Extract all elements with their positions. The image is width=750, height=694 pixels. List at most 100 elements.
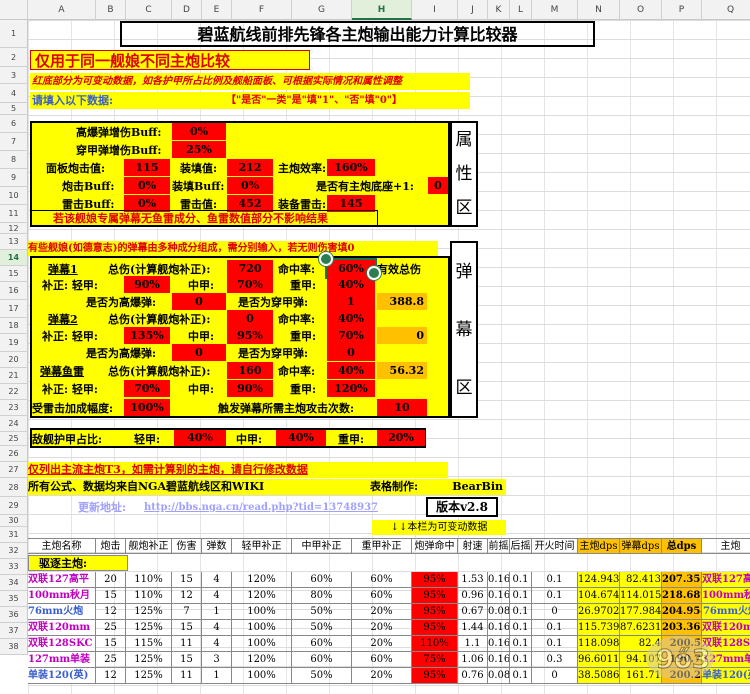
table-cell-fire[interactable]: 0.1 — [532, 588, 578, 604]
table-cell-bdps[interactable]: 177.984 — [620, 604, 662, 620]
table-cell-name[interactable]: 双联127高平 — [28, 572, 96, 588]
row-header-18[interactable]: 18 — [0, 318, 28, 334]
column-header-j[interactable]: J — [458, 0, 488, 20]
table-cell-dmg[interactable]: 15 — [172, 572, 202, 588]
barrage1-heavy-input[interactable]: 40% — [327, 276, 375, 293]
table-cell-rate[interactable]: 0.96 — [458, 588, 488, 604]
row-header-30[interactable]: 30 — [0, 515, 28, 527]
row-header-22[interactable]: 22 — [0, 384, 28, 400]
barrage2-hit-input[interactable]: 40% — [327, 310, 375, 327]
table-cell-light[interactable]: 100% — [232, 604, 292, 620]
reload-input[interactable]: 212 — [227, 159, 273, 176]
table-cell-light[interactable]: 120% — [232, 652, 292, 668]
barrage1-ap-input[interactable]: 1 — [327, 293, 375, 310]
table-cell-rate[interactable]: 1.1 — [458, 636, 488, 652]
selection-handle-end[interactable] — [367, 266, 381, 280]
table-cell-shots[interactable]: 1 — [202, 668, 232, 684]
column-header-i[interactable]: I — [412, 0, 458, 20]
table-cell-corr[interactable]: 125% — [126, 604, 172, 620]
barrage3-heavy-input[interactable]: 120% — [327, 380, 375, 397]
row-header-11[interactable]: 11 — [0, 205, 28, 223]
table-cell-gun[interactable]: 25 — [96, 620, 126, 636]
table-cell-mid[interactable]: 50% — [292, 620, 352, 636]
column-header-h[interactable]: H — [352, 0, 412, 20]
table-cell-corr[interactable]: 115% — [126, 636, 172, 652]
row-header-36[interactable]: 36 — [0, 607, 28, 623]
table-cell-mdps[interactable]: 96.6011 — [578, 652, 620, 668]
barrage2-mid-input[interactable]: 95% — [227, 327, 273, 344]
table-cell-dmg[interactable]: 12 — [172, 588, 202, 604]
row-header-5[interactable]: 5 — [0, 103, 28, 115]
column-header-g[interactable]: G — [292, 0, 352, 20]
barrage1-mid-input[interactable]: 70% — [227, 276, 273, 293]
table-cell-corr[interactable]: 125% — [126, 620, 172, 636]
table-cell-rate[interactable]: 1.53 — [458, 572, 488, 588]
row-header-7[interactable]: 7 — [0, 133, 28, 151]
column-header-a[interactable]: A — [28, 0, 96, 20]
table-cell-hit[interactable]: 95% — [412, 668, 458, 684]
barrage2-ap-input[interactable]: 0 — [327, 344, 375, 361]
table-cell-corr[interactable]: 110% — [126, 572, 172, 588]
gun-eff-input[interactable]: 160% — [327, 159, 375, 176]
row-header-10[interactable]: 10 — [0, 187, 28, 205]
table-cell-shots[interactable]: 4 — [202, 620, 232, 636]
barrage3-total-input[interactable]: 160 — [227, 362, 273, 379]
table-cell-name[interactable]: 100mm秋月 — [28, 588, 96, 604]
table-cell-rate[interactable]: 1.44 — [458, 620, 488, 636]
table-cell-heavy[interactable]: 20% — [352, 636, 412, 652]
table-cell-shots[interactable]: 4 — [202, 636, 232, 652]
table-cell-pre[interactable]: 0.16 — [488, 652, 510, 668]
row-header-17[interactable]: 17 — [0, 300, 28, 318]
table-cell-fire[interactable]: 0 — [532, 668, 578, 684]
selection-handle-start[interactable] — [319, 252, 333, 266]
table-cell-corr[interactable]: 125% — [126, 652, 172, 668]
barrage3-light-input[interactable]: 70% — [124, 380, 170, 397]
table-cell-mid[interactable]: 80% — [292, 588, 352, 604]
table-cell-pre[interactable]: 0.08 — [488, 668, 510, 684]
table-cell-mid[interactable]: 60% — [292, 572, 352, 588]
row-header-25[interactable]: 25 — [0, 432, 28, 446]
table-cell-heavy[interactable]: 60% — [352, 588, 412, 604]
table-cell-hit[interactable]: 75% — [412, 652, 458, 668]
he-buff-input[interactable]: 0% — [172, 123, 226, 140]
row-header-23[interactable]: 23 — [0, 400, 28, 416]
barrage2-he-input[interactable]: 0 — [172, 344, 226, 361]
corner-cell[interactable] — [0, 0, 28, 20]
column-header-e[interactable]: E — [202, 0, 232, 20]
armor-heavy-input[interactable]: 20% — [377, 430, 425, 446]
row-header-38[interactable]: 38 — [0, 639, 28, 655]
base-plus-input[interactable]: 0 — [428, 177, 448, 194]
table-cell-heavy[interactable]: 60% — [352, 652, 412, 668]
table-cell-mid[interactable]: 50% — [292, 668, 352, 684]
table-cell-heavy[interactable]: 20% — [352, 604, 412, 620]
table-cell-heavy[interactable]: 20% — [352, 620, 412, 636]
table-cell-dmg[interactable]: 11 — [172, 668, 202, 684]
barrage1-total-input[interactable]: 720 — [227, 260, 273, 277]
table-cell-dmg[interactable]: 11 — [172, 636, 202, 652]
row-header-14[interactable]: 14 — [0, 250, 28, 266]
table-cell-mdps[interactable]: 38.5086 — [578, 668, 620, 684]
table-cell-post[interactable]: 0.1 — [510, 572, 532, 588]
row-header-2[interactable]: 2 — [0, 48, 28, 67]
table-cell-shots[interactable]: 4 — [202, 572, 232, 588]
table-cell-gun[interactable]: 15 — [96, 588, 126, 604]
table-cell-shots[interactable]: 1 — [202, 604, 232, 620]
gun-buff-input[interactable]: 0% — [124, 177, 170, 194]
column-header-q[interactable]: Q — [702, 0, 750, 20]
table-cell-corr[interactable]: 110% — [126, 588, 172, 604]
barrage2-total-input[interactable]: 0 — [227, 310, 273, 327]
barrage2-heavy-input[interactable]: 70% — [327, 327, 375, 344]
table-cell-pre[interactable]: 0.16 — [488, 572, 510, 588]
table-cell-dmg[interactable]: 15 — [172, 652, 202, 668]
table-cell-rate[interactable]: 1.06 — [458, 652, 488, 668]
row-header-15[interactable]: 15 — [0, 266, 28, 282]
row-header-31[interactable]: 31 — [0, 527, 28, 543]
row-header-6[interactable]: 6 — [0, 115, 28, 133]
table-cell-post[interactable]: 0.1 — [510, 652, 532, 668]
barrage3-mid-input[interactable]: 90% — [227, 380, 273, 397]
row-header-24[interactable]: 24 — [0, 416, 28, 432]
table-cell-gun[interactable]: 25 — [96, 652, 126, 668]
row-header-19[interactable]: 19 — [0, 334, 28, 352]
table-cell-shots[interactable]: 4 — [202, 588, 232, 604]
table-cell-mdps[interactable]: 124.943 — [578, 572, 620, 588]
